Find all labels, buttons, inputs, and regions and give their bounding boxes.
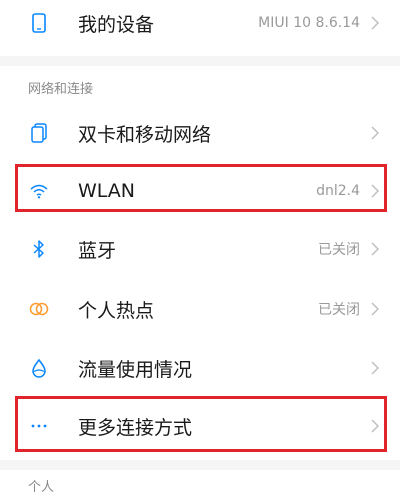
settings-screen: 我的设备 MIUI 10 8.6.14 网络和连接 双卡和移动网络 WLAN d… [0,0,400,501]
dual-sim-label: 双卡和移动网络 [78,123,212,146]
hotspot-row[interactable]: 个人热点 已关闭 [0,280,400,338]
hotspot-status: 已关闭 [318,302,360,318]
section-header-network: 网络和连接 [28,82,94,97]
section-header-personal: 个人 [28,480,55,495]
bluetooth-row[interactable]: 蓝牙 已关闭 [0,220,400,278]
chevron-right-icon [371,184,380,198]
section-divider [0,56,400,66]
dual-sim-row[interactable]: 双卡和移动网络 [0,104,400,162]
hotspot-icon [28,298,50,320]
data-usage-row[interactable]: 流量使用情况 [0,339,400,397]
chevron-right-icon [371,361,380,375]
chevron-right-icon [371,302,380,316]
chevron-right-icon [371,16,380,30]
phone-icon [28,12,50,34]
more-connections-label: 更多连接方式 [78,416,193,439]
hotspot-label: 个人热点 [78,299,155,322]
my-device-version: MIUI 10 8.6.14 [258,15,360,31]
wlan-label: WLAN [78,180,136,202]
chevron-right-icon [371,126,380,140]
wlan-network-name: dnl2.4 [316,183,360,199]
bluetooth-icon [28,238,50,260]
bluetooth-label: 蓝牙 [78,239,117,262]
sim-card-icon [28,122,50,144]
bluetooth-status: 已关闭 [318,242,360,258]
more-connections-row[interactable]: 更多连接方式 [0,397,400,455]
wifi-icon [28,180,50,202]
wlan-row[interactable]: WLAN dnl2.4 [0,162,400,220]
water-drop-icon [28,357,50,379]
more-dots-icon [28,415,50,437]
chevron-right-icon [371,419,380,433]
my-device-label: 我的设备 [78,13,155,36]
section-divider [0,460,400,470]
my-device-row[interactable]: 我的设备 MIUI 10 8.6.14 [0,0,400,52]
chevron-right-icon [371,242,380,256]
data-usage-label: 流量使用情况 [78,358,193,381]
